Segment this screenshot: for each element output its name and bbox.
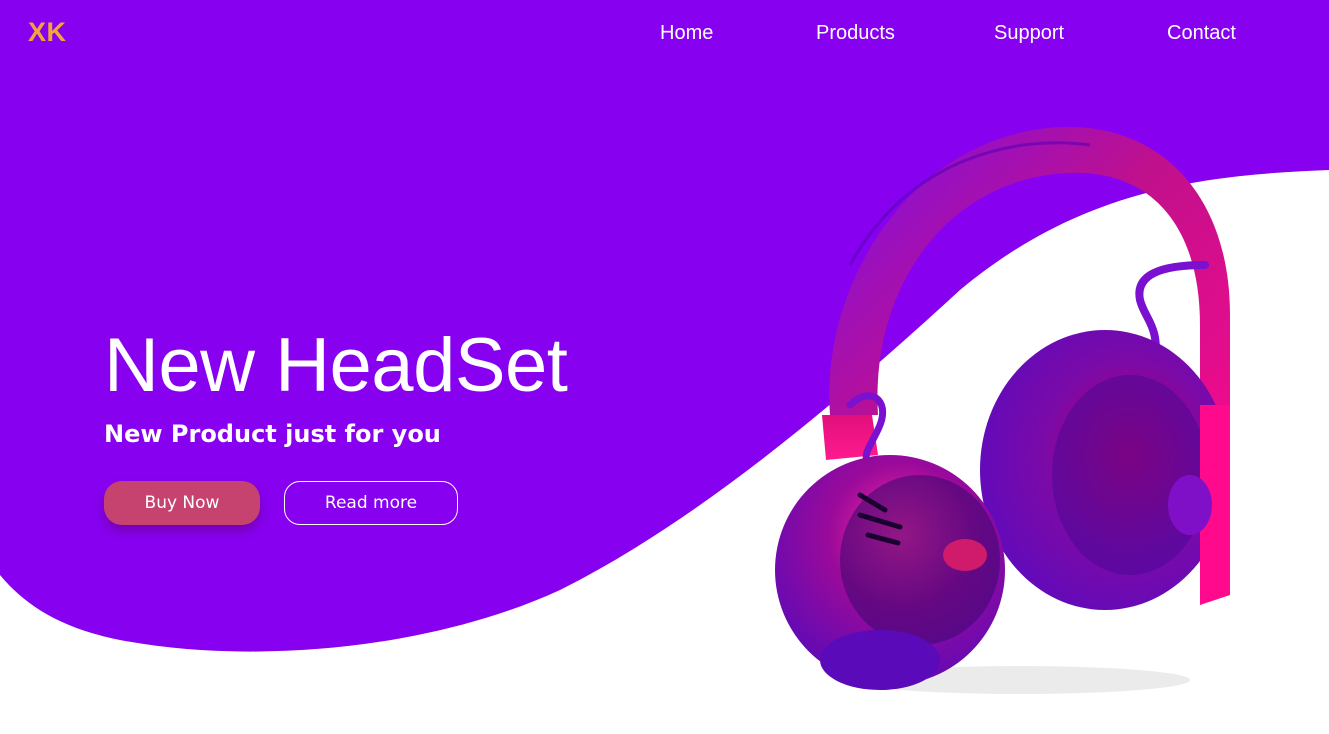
hero-subtitle: New Product just for you (104, 420, 441, 448)
nav-link-contact[interactable]: Contact (1167, 22, 1236, 45)
buy-now-button[interactable]: Buy Now (104, 481, 260, 525)
nav-link-home[interactable]: Home (660, 22, 713, 45)
nav-link-support[interactable]: Support (994, 22, 1064, 45)
main-nav: Home Products Support Contact (0, 22, 1329, 50)
nav-link-products[interactable]: Products (816, 22, 895, 45)
hero-title: New HeadSet (104, 323, 568, 408)
read-more-button[interactable]: Read more (284, 481, 458, 525)
headphones-product-image (775, 126, 1230, 694)
